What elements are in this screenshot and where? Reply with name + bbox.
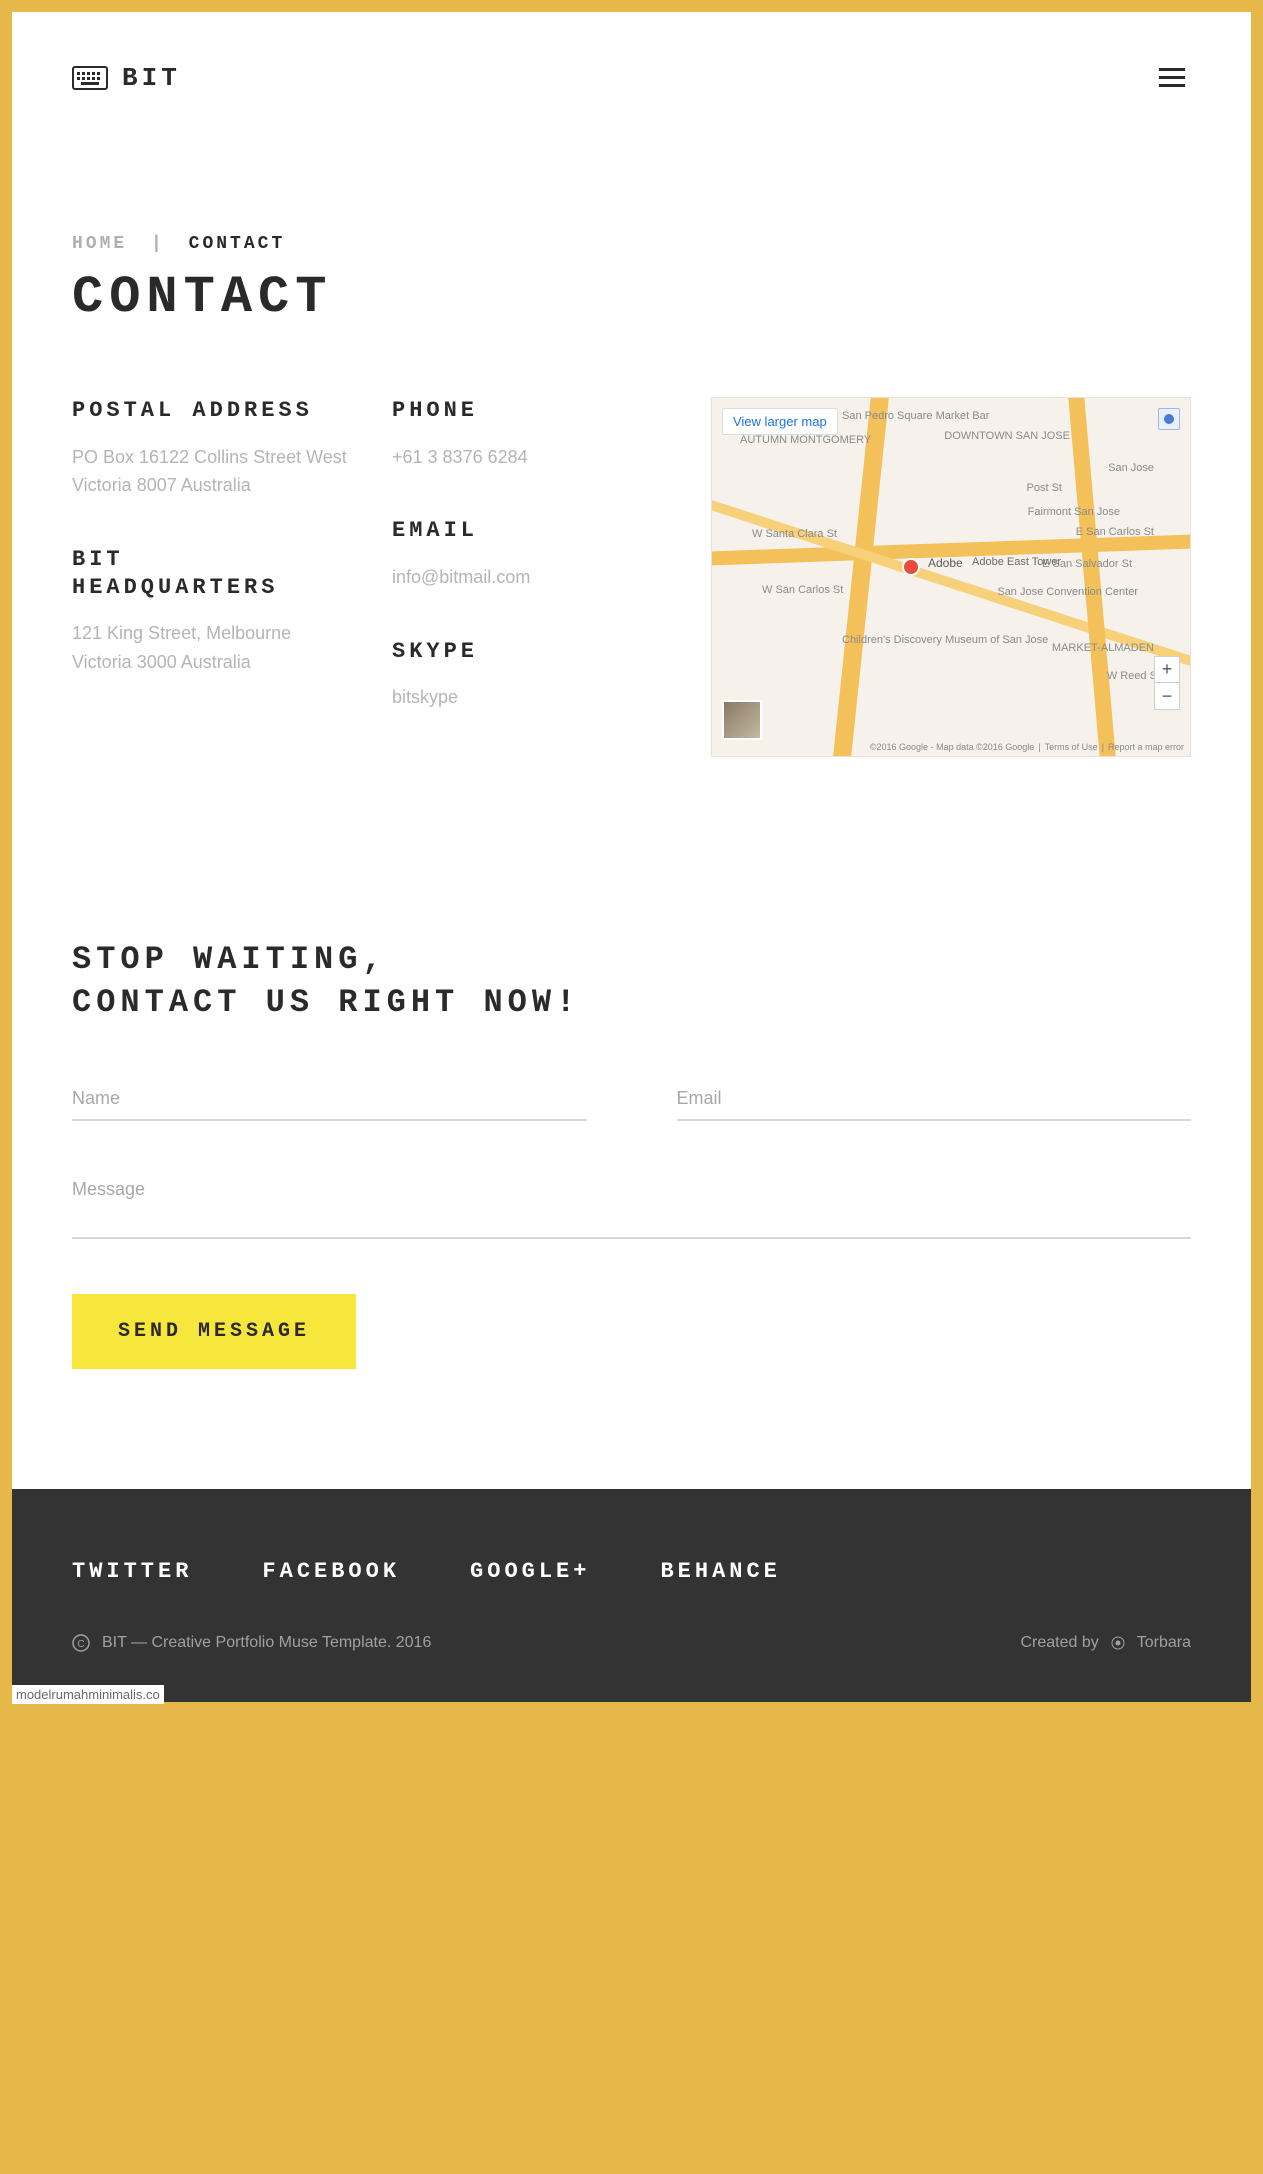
map-label: San Jose [1108, 462, 1154, 474]
map-zoom-out-button[interactable]: − [1155, 683, 1179, 709]
svg-text:C: C [77, 1639, 84, 1650]
postal-heading: POSTAL ADDRESS [72, 397, 352, 425]
phone-heading: PHONE [392, 397, 612, 425]
footer-author[interactable]: Torbara [1137, 1634, 1191, 1652]
hq-line1: 121 King Street, Melbourne [72, 619, 352, 648]
map-label: MARKET-ALMADEN [1052, 642, 1154, 654]
skype-value: bitskype [392, 683, 612, 712]
page-title: CONTACT [72, 268, 1191, 327]
map-embed[interactable]: AUTUMN MONTGOMERY DOWNTOWN SAN JOSE San … [711, 397, 1191, 757]
map-label: E San Carlos St [1076, 526, 1154, 538]
map-label: DOWNTOWN SAN JOSE [944, 430, 1070, 442]
email-input[interactable] [677, 1078, 1192, 1121]
message-input[interactable] [72, 1169, 1191, 1239]
watermark: modelrumahminimalis.co [12, 1685, 164, 1704]
map-zoom-in-button[interactable]: + [1155, 657, 1179, 683]
social-twitter[interactable]: TWITTER [72, 1559, 192, 1584]
phone-value: +61 3 8376 6284 [392, 443, 612, 472]
map-label: Fairmont San Jose [1028, 506, 1120, 518]
breadcrumb-separator: | [151, 234, 165, 254]
copyright-icon: C [72, 1634, 90, 1652]
name-input[interactable] [72, 1078, 587, 1121]
map-label: W Reed St [1107, 670, 1160, 682]
breadcrumb-current: CONTACT [189, 234, 286, 254]
author-icon [1109, 1634, 1127, 1652]
email-value: info@bitmail.com [392, 563, 612, 592]
footer-created-by: Created by [1020, 1634, 1098, 1652]
map-label: W San Carlos St [762, 584, 843, 596]
map-pin-label: Adobe [928, 556, 963, 570]
breadcrumb: HOME | CONTACT [72, 234, 1191, 254]
map-attribution: ©2016 Google - Map data ©2016 Google|Ter… [870, 742, 1184, 752]
map-label: San Jose Convention Center [997, 586, 1138, 598]
map-label: San Pedro Square Market Bar [842, 410, 989, 422]
hq-heading: BIT HEADQUARTERS [72, 546, 352, 601]
map-view-larger-button[interactable]: View larger map [722, 408, 838, 435]
map-pin-label2: Adobe East Tower [972, 556, 1061, 568]
logo-text: BIT [122, 63, 181, 93]
footer-copyright: BIT — Creative Portfolio Muse Template. … [102, 1634, 431, 1652]
map-label: W Santa Clara St [752, 528, 837, 540]
map-label: Children's Discovery Museum of San Jose [842, 634, 1048, 646]
postal-line1: PO Box 16122 Collins Street West [72, 443, 352, 472]
breadcrumb-home[interactable]: HOME [72, 234, 127, 254]
social-behance[interactable]: BEHANCE [660, 1559, 780, 1584]
social-facebook[interactable]: FACEBOOK [262, 1559, 400, 1584]
site-logo[interactable]: BIT [72, 63, 181, 93]
email-heading: EMAIL [392, 517, 612, 545]
hq-line2: Victoria 3000 Australia [72, 648, 352, 677]
map-label: Post St [1027, 482, 1062, 494]
keyboard-icon [72, 66, 108, 90]
map-user-icon[interactable] [1158, 408, 1180, 430]
map-imagery-toggle[interactable] [722, 700, 762, 740]
map-pin-icon [902, 558, 920, 576]
hamburger-icon [1159, 68, 1185, 88]
postal-line2: Victoria 8007 Australia [72, 471, 352, 500]
map-label: AUTUMN MONTGOMERY [740, 434, 871, 446]
menu-toggle-button[interactable] [1153, 62, 1191, 94]
social-googleplus[interactable]: GOOGLE+ [470, 1559, 590, 1584]
send-message-button[interactable]: SEND MESSAGE [72, 1294, 356, 1369]
skype-heading: SKYPE [392, 638, 612, 666]
form-title: STOP WAITING, CONTACT US RIGHT NOW! [72, 938, 1191, 1024]
